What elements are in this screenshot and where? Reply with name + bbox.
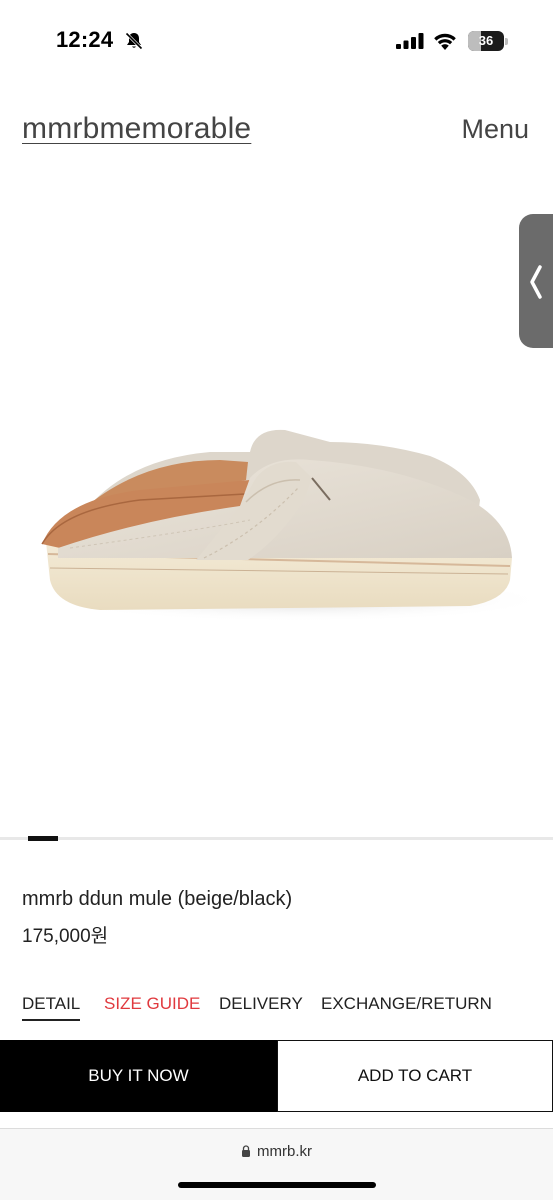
image-slider-track (0, 837, 553, 840)
status-bar: 12:24 36 (0, 0, 553, 84)
wifi-icon (434, 33, 456, 50)
product-price: 175,000원 (22, 926, 109, 947)
battery-cap (505, 38, 508, 45)
product-name: mmrb ddun mule (beige/black) (22, 888, 293, 910)
status-time: 12:24 (56, 27, 114, 52)
product-image (41, 429, 550, 622)
address-bar[interactable]: mmrb.kr (0, 1143, 553, 1160)
brand-logo-link[interactable]: mmrbmemorable (22, 112, 251, 146)
tab-exchange-return[interactable]: EXCHANGE/RETURN (321, 994, 492, 1014)
home-indicator[interactable] (178, 1182, 376, 1188)
browser-bottom-bar (0, 1129, 553, 1200)
menu-button[interactable]: Menu (461, 114, 529, 145)
chevron-left-icon (530, 265, 542, 299)
address-url: mmrb.kr (257, 1143, 312, 1160)
tab-delivery[interactable]: DELIVERY (219, 994, 303, 1014)
image-slider-indicator[interactable] (28, 836, 58, 841)
lock-icon (242, 1145, 250, 1157)
battery-icon: 36 (468, 31, 508, 51)
add-to-cart-button[interactable]: ADD TO CART (277, 1040, 553, 1112)
tab-detail[interactable]: DETAIL (22, 994, 81, 1021)
buy-it-now-button[interactable]: BUY IT NOW (0, 1040, 277, 1112)
tab-size-guide[interactable]: SIZE GUIDE (104, 994, 200, 1014)
bell-slash-icon (125, 32, 143, 50)
battery-level: 36 (478, 33, 494, 48)
battery-body: 36 (468, 31, 504, 51)
side-drawer-handle[interactable] (519, 214, 553, 348)
cellular-signal-icon (396, 33, 424, 49)
